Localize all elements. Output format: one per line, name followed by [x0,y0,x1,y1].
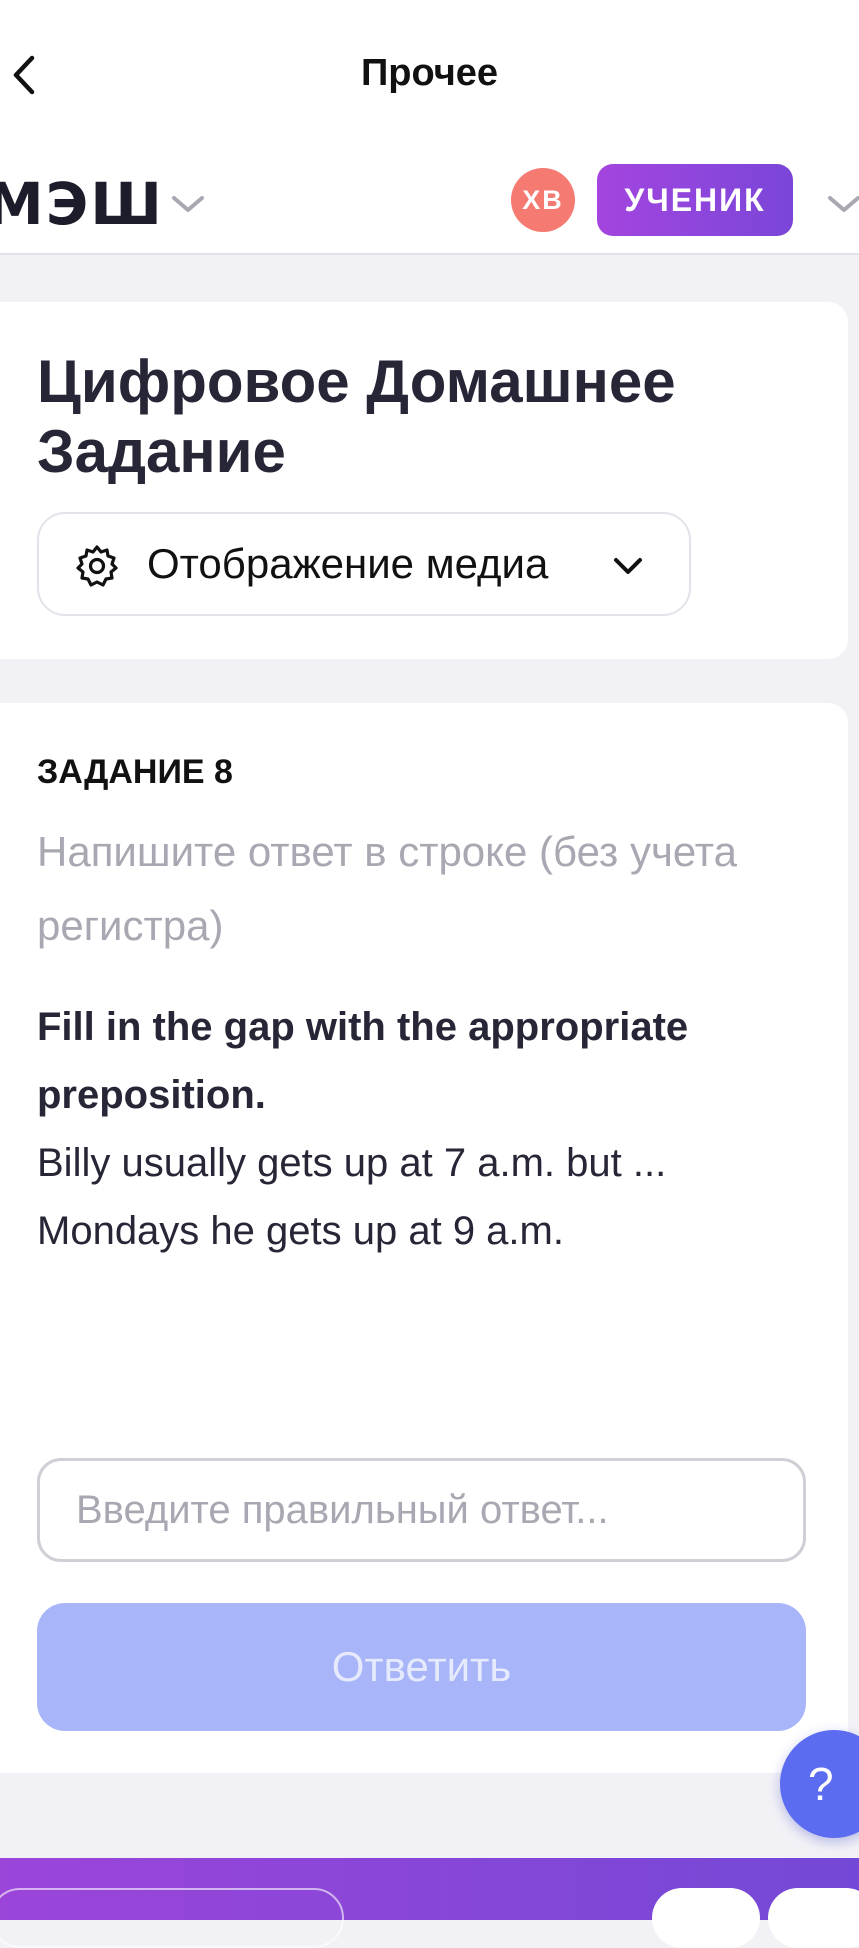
task-instruction: Напишите ответ в строке (без учета регис… [37,828,737,949]
media-display-select[interactable]: Отображение медиа [37,512,691,616]
role-badge[interactable]: УЧЕНИК [597,164,793,236]
bottom-bar-button-1[interactable] [652,1888,760,1948]
media-select-label: Отображение медиа [147,540,549,587]
avatar[interactable]: ХВ [511,168,575,232]
page-title: Цифровое Домашнее Задание [37,348,676,485]
task-question: Fill in the gap with the appropriate pre… [37,993,797,1265]
app-logo[interactable]: МЭШ [0,170,164,238]
submit-answer-button[interactable]: Ответить [37,1603,806,1731]
top-navbar: Прочее [0,0,859,150]
bottom-bar-pill-button[interactable] [0,1888,344,1948]
homework-header-card: Цифровое Домашнее Задание Отображение ме… [0,302,848,659]
page-title-nav: Прочее [360,52,499,94]
chevron-down-icon [828,196,859,212]
gear-icon [76,545,118,587]
chevron-down-icon [172,196,204,212]
bottom-bar [0,1858,859,1948]
task-card: ЗАДАНИЕ 8 Напишите ответ в строке (без у… [0,703,848,1773]
chevron-down-icon [614,558,642,574]
task-question-text: Billy usually gets up at 7 a.m. but ... … [37,1141,667,1253]
profile-menu-button[interactable] [824,188,859,220]
bottom-bar-button-2[interactable] [768,1888,859,1948]
app-header: МЭШ ХВ УЧЕНИК [0,150,859,255]
task-question-prompt: Fill in the gap with the appropriate pre… [37,1005,689,1117]
answer-input[interactable] [37,1458,806,1562]
app-switcher-button[interactable] [168,188,208,220]
task-number-label: ЗАДАНИЕ 8 [37,753,233,791]
